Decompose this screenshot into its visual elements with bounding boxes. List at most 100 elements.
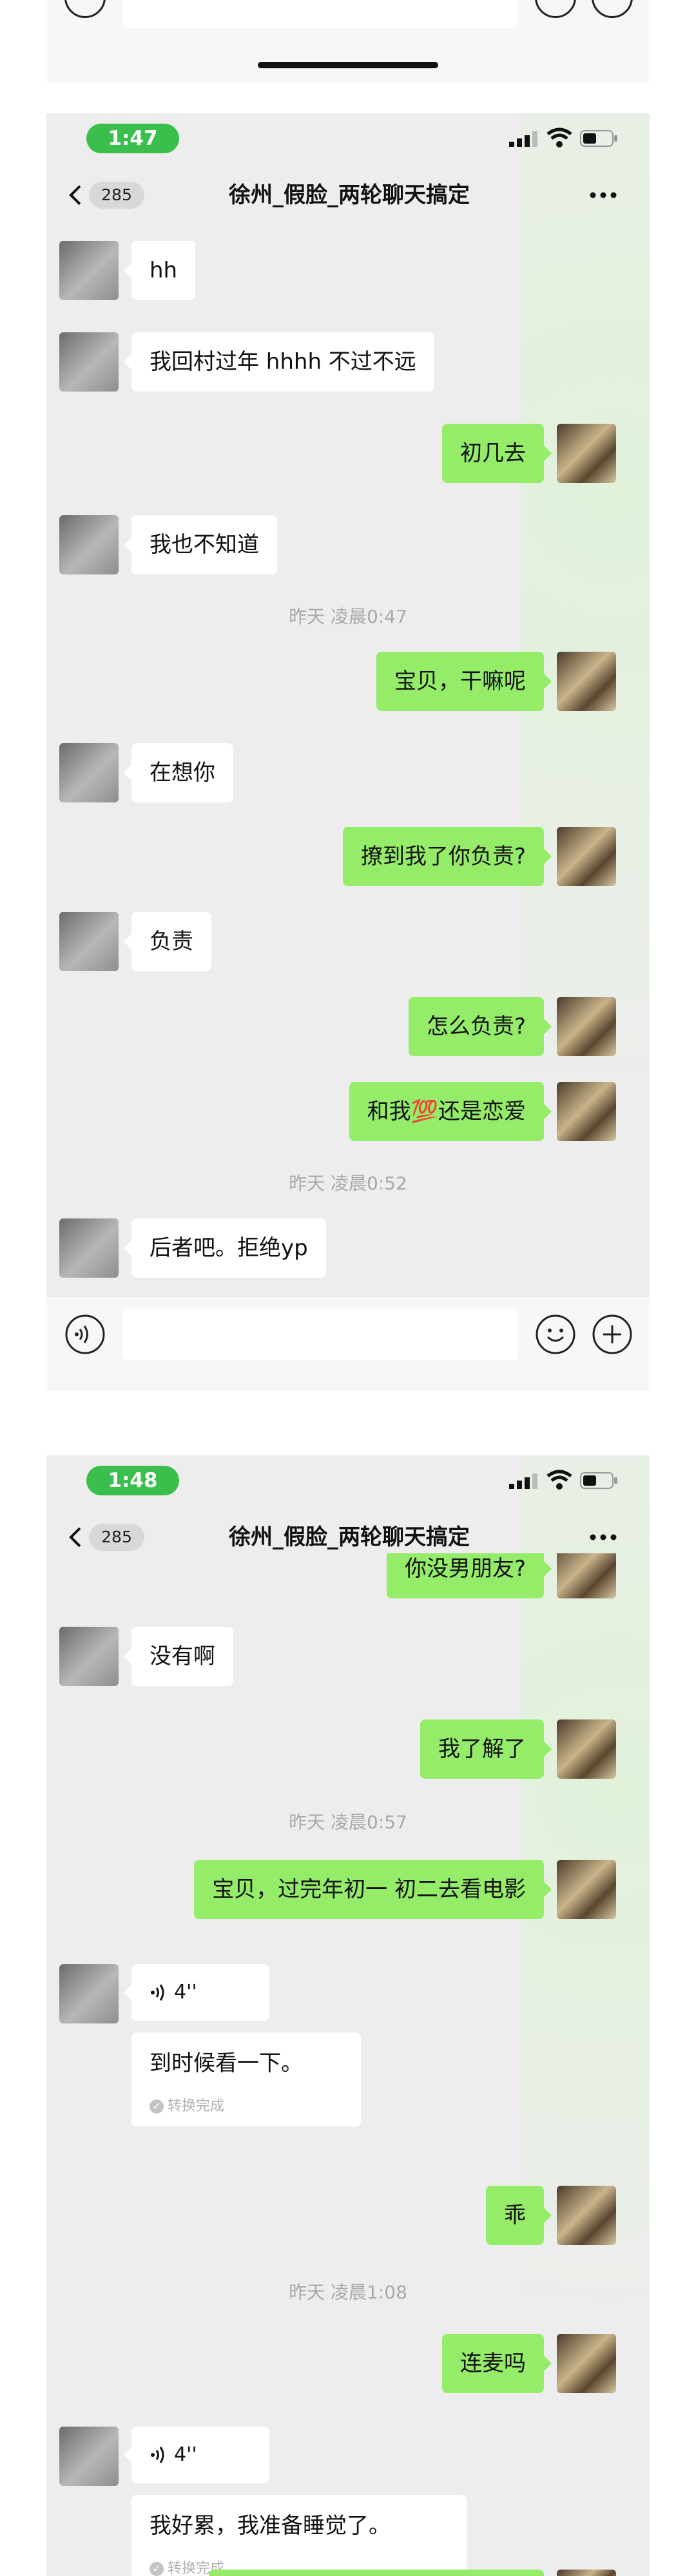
message-row: 你没男朋友? bbox=[46, 1553, 650, 1598]
status-bar: 1:47 bbox=[46, 113, 650, 164]
timestamp: 昨天 凌晨1:08 bbox=[289, 2282, 407, 2303]
message-bubble[interactable]: 我也不知道 bbox=[124, 515, 277, 574]
message-bubble[interactable]: 连麦吗 bbox=[442, 2334, 552, 2393]
user-avatar[interactable] bbox=[557, 2334, 616, 2393]
status-bar: 1:48 bbox=[46, 1455, 650, 1506]
chat-title: 徐州_假脸_两轮聊天搞定 bbox=[229, 182, 470, 208]
hundred-points-emoji: 💯 bbox=[411, 1099, 438, 1124]
timestamp: 昨天 凌晨0:47 bbox=[289, 606, 407, 627]
user-avatar[interactable] bbox=[557, 1719, 616, 1779]
prev-input-field[interactable] bbox=[122, 0, 518, 28]
contact-avatar[interactable] bbox=[59, 1964, 119, 2023]
prev-emoji-icon[interactable] bbox=[535, 0, 576, 18]
voice-transcript[interactable]: 我好累，我准备睡觉了。 ✓ 转换完成 bbox=[131, 2495, 467, 2576]
message-row: 我回村过年 hhhh 不过不远 bbox=[46, 332, 650, 392]
message-bubble[interactable]: 和我💯还是恋爱 bbox=[349, 1082, 552, 1141]
message-bubble[interactable]: 宝贝，过完年初一 初二去看电影 bbox=[194, 1860, 552, 1919]
message-bubble[interactable]: 宝贝，干嘛呢 bbox=[376, 652, 552, 711]
signal-icon bbox=[509, 1473, 537, 1489]
contact-avatar[interactable] bbox=[59, 332, 119, 392]
more-dots-icon[interactable] bbox=[586, 1526, 620, 1548]
partial-outgoing-bubble bbox=[209, 2570, 544, 2576]
user-avatar[interactable] bbox=[557, 1082, 616, 1141]
message-bubble[interactable]: 后者吧。拒绝yp bbox=[124, 1218, 326, 1278]
check-icon: ✓ bbox=[150, 2099, 164, 2114]
voice-wave-icon bbox=[151, 2447, 164, 2463]
chat-screen-2: 1:48 285 徐州_假脸_两轮聊天搞定 你没男朋友? 没有啊 我了解了 昨天… bbox=[46, 1455, 650, 2576]
message-bubble[interactable]: 你没男朋友? bbox=[386, 1553, 552, 1598]
message-bubble[interactable]: 我了解了 bbox=[420, 1719, 552, 1779]
unread-count-badge[interactable]: 285 bbox=[89, 182, 144, 209]
voice-transcript[interactable]: 到时候看一下。 ✓ 转换完成 bbox=[131, 2032, 361, 2126]
timestamp: 昨天 凌晨0:52 bbox=[289, 1173, 407, 1194]
user-avatar[interactable] bbox=[557, 997, 616, 1056]
contact-avatar[interactable] bbox=[59, 1627, 119, 1686]
contact-avatar[interactable] bbox=[59, 1218, 119, 1278]
user-avatar[interactable] bbox=[557, 1860, 616, 1919]
voice-wave-icon bbox=[151, 1984, 164, 2001]
user-avatar[interactable] bbox=[557, 2186, 616, 2245]
prev-frame bbox=[46, 0, 650, 82]
message-row: 我了解了 bbox=[46, 1719, 650, 1779]
chevron-left-icon[interactable] bbox=[68, 1526, 82, 1548]
chat-header: 285 徐州_假脸_两轮聊天搞定 bbox=[46, 164, 650, 225]
conversion-status: ✓ 转换完成 bbox=[150, 2094, 224, 2115]
plus-icon[interactable] bbox=[592, 1314, 633, 1355]
message-input[interactable] bbox=[122, 1309, 518, 1360]
conversion-status-label: 转换完成 bbox=[168, 2098, 225, 2114]
emoji-icon[interactable] bbox=[535, 1314, 576, 1355]
transcript-text: 我好累，我准备睡觉了。 bbox=[150, 2513, 391, 2539]
message-bubble[interactable]: hh bbox=[123, 241, 196, 300]
battery-icon bbox=[580, 1472, 617, 1489]
message-bubble[interactable]: 怎么负责? bbox=[408, 997, 552, 1056]
message-bubble[interactable]: 初几去 bbox=[442, 424, 552, 483]
message-bubble[interactable]: 没有啊 bbox=[124, 1627, 233, 1686]
home-indicator-bar bbox=[46, 1372, 650, 1391]
message-row: 我也不知道 bbox=[46, 515, 650, 574]
chevron-left-icon[interactable] bbox=[68, 184, 82, 206]
voice-message[interactable]: 4'' bbox=[124, 2427, 269, 2483]
message-row: 没有啊 bbox=[46, 1627, 650, 1686]
message-row: hh bbox=[46, 241, 650, 300]
more-dots-icon[interactable] bbox=[586, 184, 620, 206]
transcript-text: 到时候看一下。 bbox=[150, 2050, 303, 2076]
voice-duration: 4'' bbox=[174, 2443, 197, 2466]
input-bar bbox=[46, 1297, 650, 1372]
message-row: 连麦吗 bbox=[46, 2334, 650, 2393]
message-bubble[interactable]: 乖 bbox=[486, 2186, 552, 2245]
prev-plus-icon[interactable] bbox=[592, 0, 633, 18]
user-avatar[interactable] bbox=[557, 1553, 616, 1598]
partial-user-avatar bbox=[557, 2570, 616, 2576]
contact-avatar[interactable] bbox=[59, 743, 119, 802]
timestamp: 昨天 凌晨0:57 bbox=[289, 1812, 407, 1833]
prev-voice-input-icon[interactable] bbox=[64, 0, 106, 18]
message-bubble[interactable]: 负责 bbox=[124, 912, 211, 971]
user-avatar[interactable] bbox=[557, 652, 616, 711]
prev-home-indicator bbox=[258, 62, 438, 68]
message-row: 后者吧。拒绝yp bbox=[46, 1218, 650, 1278]
chat-screen-1: 1:47 285 徐州_假脸_两轮聊天搞定 hh 我回村过年 hhhh 不过不远… bbox=[46, 113, 650, 1391]
message-row: 和我💯还是恋爱 bbox=[46, 1082, 650, 1141]
message-row: 初几去 bbox=[46, 424, 650, 483]
message-bubble[interactable]: 我回村过年 hhhh 不过不远 bbox=[124, 332, 434, 392]
unread-count-badge[interactable]: 285 bbox=[89, 1524, 144, 1551]
voice-input-icon[interactable] bbox=[64, 1314, 106, 1355]
wifi-icon bbox=[546, 1470, 572, 1490]
contact-avatar[interactable] bbox=[59, 912, 119, 971]
voice-message[interactable]: 4'' bbox=[124, 1964, 269, 2021]
signal-icon bbox=[509, 131, 537, 147]
user-avatar[interactable] bbox=[557, 424, 616, 483]
message-row: 在想你 bbox=[46, 743, 650, 802]
message-row: 负责 bbox=[46, 912, 650, 971]
contact-avatar[interactable] bbox=[59, 241, 119, 300]
message-row: 撩到我了你负责? bbox=[46, 827, 650, 886]
check-icon: ✓ bbox=[150, 2562, 164, 2576]
user-avatar[interactable] bbox=[557, 827, 616, 886]
message-bubble[interactable]: 在想你 bbox=[124, 743, 233, 802]
message-row: 乖 bbox=[46, 2186, 650, 2245]
status-time: 1:47 bbox=[86, 124, 179, 153]
contact-avatar[interactable] bbox=[59, 515, 119, 574]
message-row: 怎么负责? bbox=[46, 997, 650, 1056]
message-bubble[interactable]: 撩到我了你负责? bbox=[342, 827, 552, 886]
contact-avatar[interactable] bbox=[59, 2427, 119, 2486]
